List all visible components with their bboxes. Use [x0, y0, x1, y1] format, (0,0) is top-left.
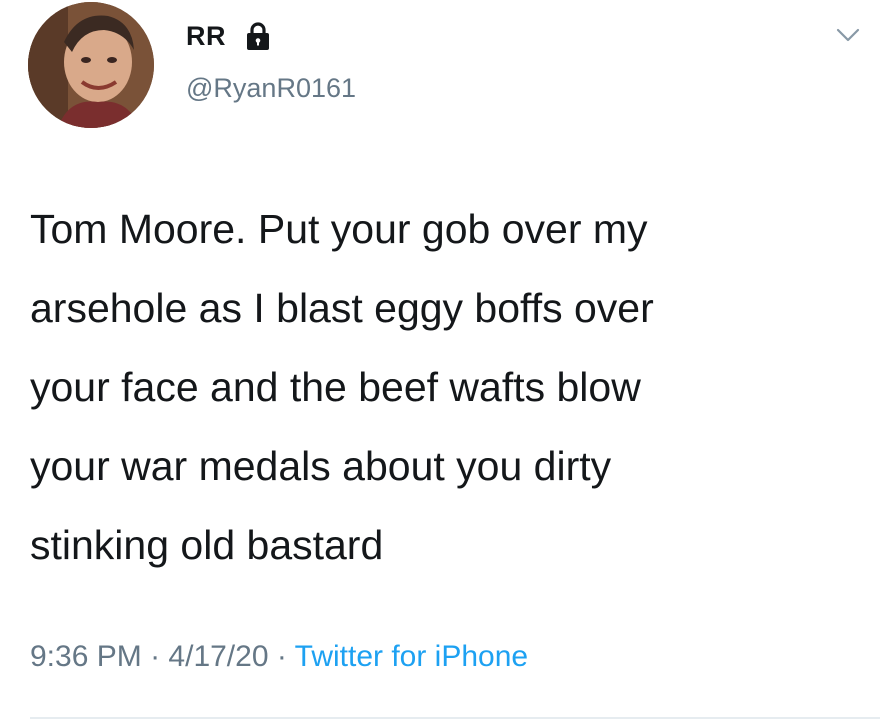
tweet-time[interactable]: 9:36 PM: [30, 640, 142, 673]
tweet-meta: 9:36 PM · 4/17/20 · Twitter for iPhone: [30, 640, 528, 674]
user-handle[interactable]: @RyanR0161: [186, 73, 356, 104]
divider: [30, 717, 880, 719]
avatar-photo-icon: [28, 2, 154, 128]
tweet-card: RR @RyanR0161 Tom Moore. Put your gob ov…: [0, 0, 880, 723]
lock-icon: [247, 22, 269, 50]
avatar[interactable]: [28, 2, 154, 128]
chevron-down-icon[interactable]: [836, 25, 860, 45]
display-name[interactable]: RR: [186, 21, 226, 52]
meta-separator: ·: [150, 640, 161, 673]
meta-separator: ·: [276, 640, 287, 673]
tweet-text: Tom Moore. Put your gob over my arsehole…: [30, 206, 654, 568]
tweet-date[interactable]: 4/17/20: [168, 640, 268, 673]
tweet-source-link[interactable]: Twitter for iPhone: [295, 640, 528, 673]
